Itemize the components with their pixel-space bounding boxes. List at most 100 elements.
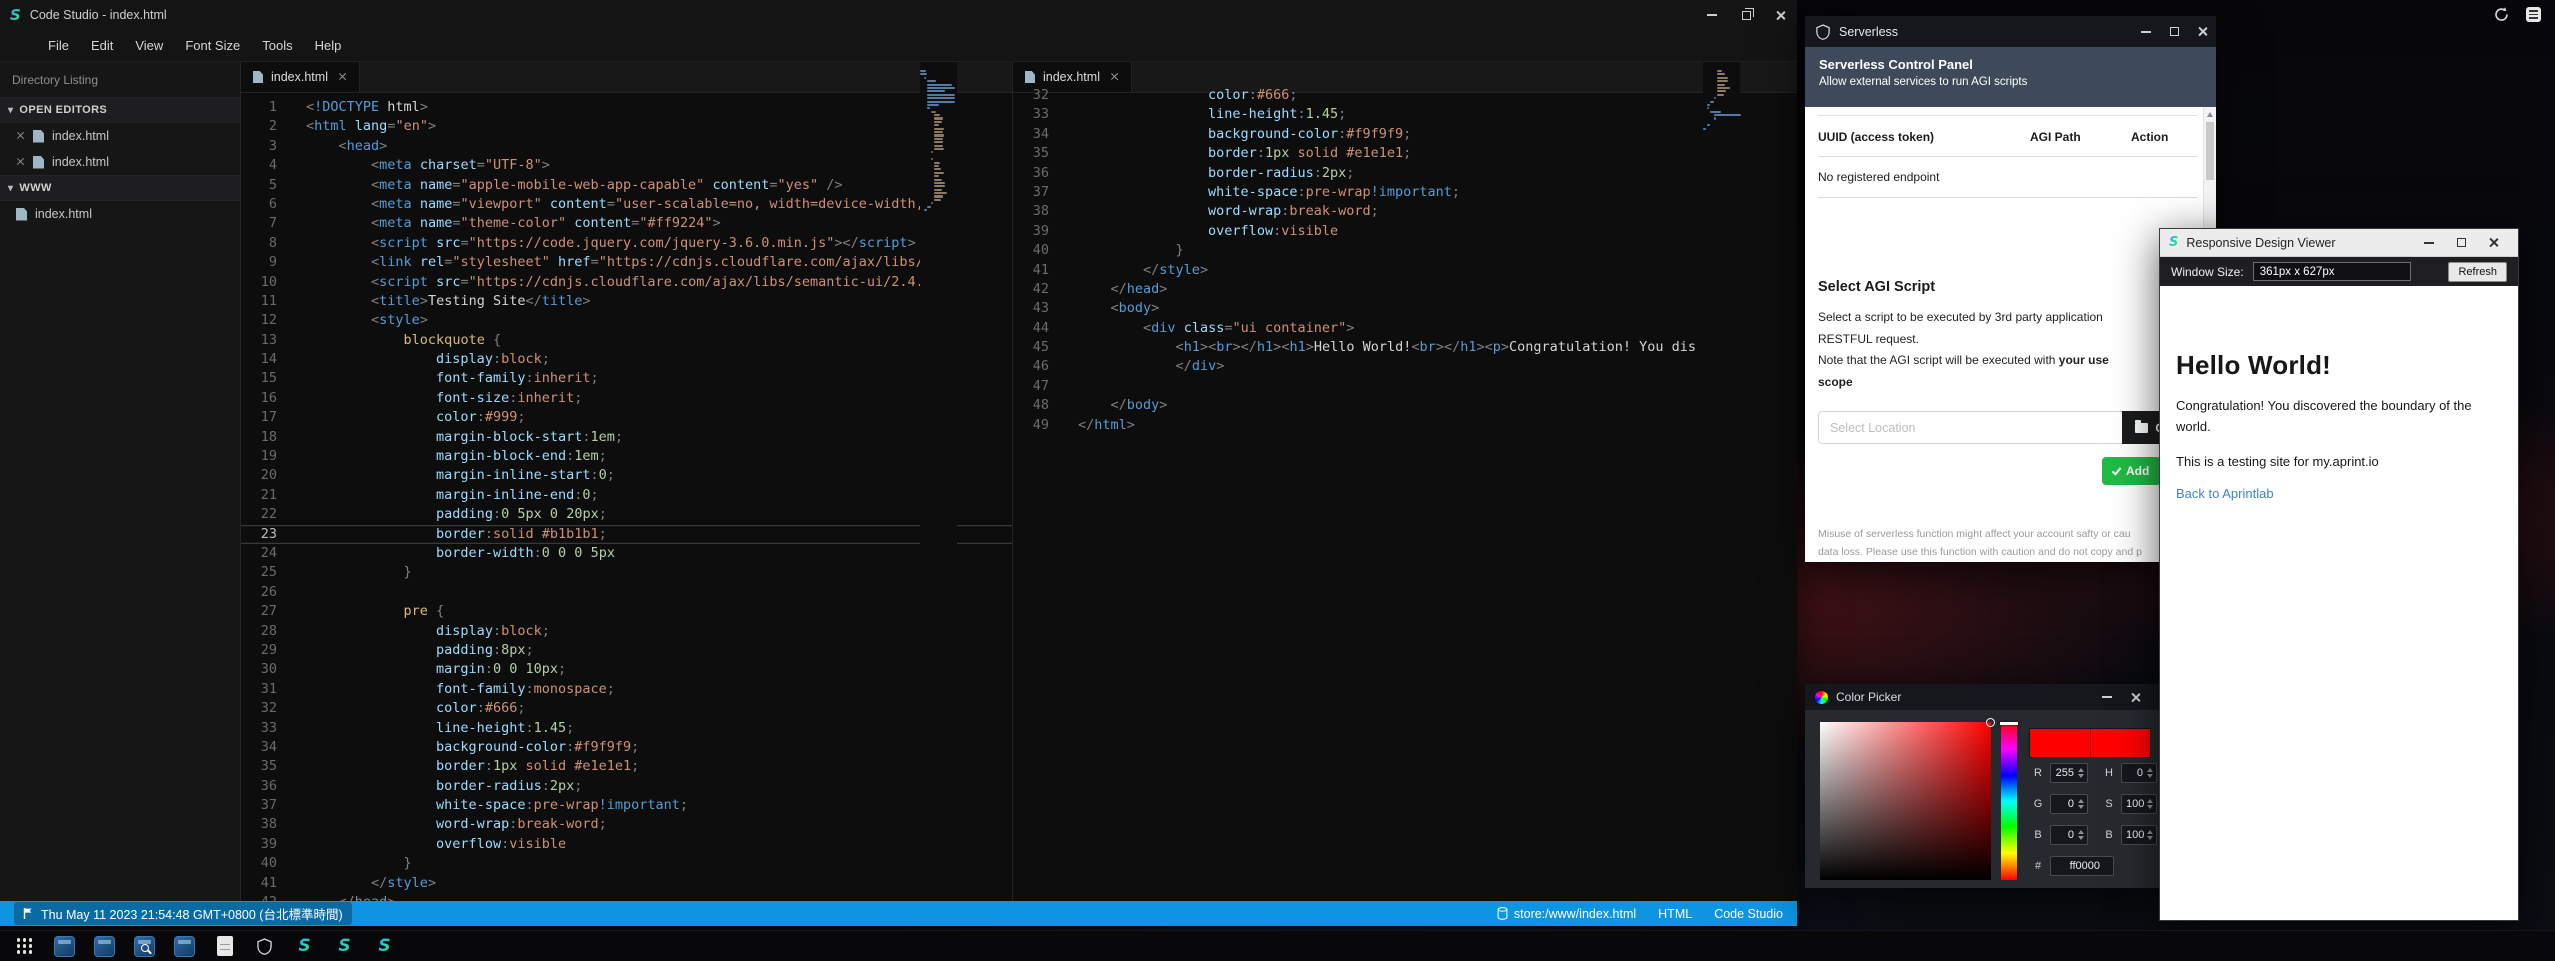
desktop-menu-icon[interactable] [2526, 7, 2541, 22]
code-line-9[interactable]: 9 <link rel="stylesheet" href="https://c… [241, 253, 1012, 272]
code-line-44[interactable]: 44 <div class="ui container"> [1013, 319, 1797, 338]
browser-app[interactable] [173, 935, 196, 958]
serverless-app[interactable] [253, 935, 276, 958]
code-line-33[interactable]: 33 line-height:1.45; [1013, 105, 1797, 124]
code-line-19[interactable]: 19 margin-block-end:1em; [241, 447, 1012, 466]
code-line-11[interactable]: 11 <title>Testing Site</title> [241, 292, 1012, 311]
code-line-22[interactable]: 22 padding:0 5px 0 20px; [241, 505, 1012, 524]
code-line-14[interactable]: 14 display:block; [241, 350, 1012, 369]
code-line-29[interactable]: 29 padding:8px; [241, 641, 1012, 660]
code-line-28[interactable]: 28 display:block; [241, 622, 1012, 641]
code-line-42[interactable]: 42 </head> [241, 893, 1012, 901]
code-line-21[interactable]: 21 margin-inline-end:0; [241, 486, 1012, 505]
code-line-4[interactable]: 4 <meta charset="UTF-8"> [241, 156, 1012, 175]
color-hsb-s-input[interactable]: 100 [2121, 794, 2157, 814]
code-line-37[interactable]: 37 white-space:pre-wrap!important; [241, 796, 1012, 815]
minimize-button[interactable] [1695, 0, 1729, 30]
menu-file[interactable]: File [38, 34, 79, 57]
sidebar-item-index-html[interactable]: index.html [0, 123, 240, 149]
close-button[interactable] [2121, 684, 2149, 710]
code-line-32[interactable]: 32 color:#666; [241, 699, 1012, 718]
minimap[interactable] [920, 62, 957, 901]
code-line-36[interactable]: 36 border-radius:2px; [1013, 164, 1797, 183]
app-launcher-grid[interactable] [13, 935, 36, 958]
code-line-34[interactable]: 34 background-color:#f9f9f9; [241, 738, 1012, 757]
color-hex-input[interactable]: ff0000 [2050, 856, 2114, 876]
stepper-icon[interactable] [2147, 830, 2153, 841]
code-line-16[interactable]: 16 font-size:inherit; [241, 389, 1012, 408]
menu-tools[interactable]: Tools [252, 34, 302, 57]
code-line-39[interactable]: 39 overflow:visible [241, 835, 1012, 854]
code-line-27[interactable]: 27 pre { [241, 602, 1012, 621]
code-studio-app-2[interactable]: S [333, 935, 356, 958]
code-editor[interactable]: 1<!DOCTYPE html>2<html lang="en">3 <head… [241, 93, 1012, 901]
code-line-47[interactable]: 47 [1013, 377, 1797, 396]
code-line-15[interactable]: 15 font-family:inherit; [241, 369, 1012, 388]
minimize-button[interactable] [2093, 684, 2121, 710]
scroll-up-icon[interactable] [2207, 112, 2213, 117]
code-line-31[interactable]: 31 font-family:monospace; [241, 680, 1012, 699]
sidebar-item-index-html[interactable]: index.html [0, 201, 240, 227]
code-editor[interactable]: 32 color:#666;33 line-height:1.45;34 bac… [1013, 81, 1797, 901]
code-line-39[interactable]: 39 overflow:visible [1013, 222, 1797, 241]
code-line-20[interactable]: 20 margin-inline-start:0; [241, 466, 1012, 485]
code-line-26[interactable]: 26 [241, 583, 1012, 602]
maximize-button[interactable] [2445, 229, 2477, 256]
code-line-30[interactable]: 30 margin:0 0 10px; [241, 660, 1012, 679]
color-hsb-h-input[interactable]: 0 [2121, 763, 2157, 783]
code-line-35[interactable]: 35 border:1px solid #e1e1e1; [1013, 144, 1797, 163]
close-button[interactable] [2477, 229, 2509, 256]
code-line-3[interactable]: 3 <head> [241, 137, 1012, 156]
menu-view[interactable]: View [125, 34, 173, 57]
code-line-7[interactable]: 7 <meta name="theme-color" content="#ff9… [241, 214, 1012, 233]
files-app[interactable] [93, 935, 116, 958]
stepper-icon[interactable] [2078, 768, 2084, 779]
code-line-36[interactable]: 36 border-radius:2px; [241, 777, 1012, 796]
code-line-40[interactable]: 40 } [1013, 241, 1797, 260]
code-line-38[interactable]: 38 word-wrap:break-word; [1013, 202, 1797, 221]
code-line-23[interactable]: 23 border:solid #b1b1b1; [241, 525, 1012, 544]
menu-edit[interactable]: Edit [81, 34, 123, 57]
code-line-6[interactable]: 6 <meta name="viewport" content="user-sc… [241, 195, 1012, 214]
clock-status-item[interactable]: Thu May 11 2023 21:54:48 GMT+0800 (台北標準時… [14, 902, 352, 925]
stepper-icon[interactable] [2147, 799, 2153, 810]
back-to-aprintlab-link[interactable]: Back to Aprintlab [2176, 486, 2274, 501]
close-icon[interactable] [16, 129, 25, 143]
code-line-38[interactable]: 38 word-wrap:break-word; [241, 815, 1012, 834]
color-hsb-b-input[interactable]: 100 [2121, 825, 2157, 845]
scrollbar-thumb[interactable] [2206, 122, 2214, 180]
menu-font-size[interactable]: Font Size [175, 34, 250, 57]
tab-close-button[interactable] [338, 70, 347, 84]
sidebar-item-index-html[interactable]: index.html [0, 149, 240, 175]
code-line-40[interactable]: 40 } [241, 854, 1012, 873]
close-button[interactable] [1763, 0, 1797, 30]
search-app[interactable] [133, 935, 156, 958]
status-language[interactable]: HTML [1658, 907, 1692, 921]
stepper-icon[interactable] [2147, 768, 2153, 779]
window-size-input[interactable]: 361px x 627px [2253, 262, 2411, 281]
code-line-5[interactable]: 5 <meta name="apple-mobile-web-app-capab… [241, 176, 1012, 195]
add-button[interactable]: Add [2102, 457, 2161, 485]
code-line-1[interactable]: 1<!DOCTYPE html> [241, 98, 1012, 117]
code-line-46[interactable]: 46 </div> [1013, 357, 1797, 376]
status-app-name[interactable]: Code Studio [1714, 907, 1783, 921]
code-line-25[interactable]: 25 } [241, 563, 1012, 582]
stepper-icon[interactable] [2078, 799, 2084, 810]
hue-thumb[interactable] [2000, 722, 2018, 725]
code-line-34[interactable]: 34 background-color:#f9f9f9; [1013, 125, 1797, 144]
refresh-button[interactable]: Refresh [2448, 262, 2507, 282]
minimize-button[interactable] [2413, 229, 2445, 256]
terminal-app[interactable] [53, 935, 76, 958]
color-rgb-r-input[interactable]: 255 [2050, 763, 2088, 783]
refresh-icon[interactable] [2493, 6, 2510, 23]
code-line-10[interactable]: 10 <script src="https://cdnjs.cloudflare… [241, 273, 1012, 292]
code-line-49[interactable]: 49</html> [1013, 416, 1797, 435]
maximize-button[interactable] [2160, 16, 2188, 47]
code-line-2[interactable]: 2<html lang="en"> [241, 117, 1012, 136]
code-line-33[interactable]: 33 line-height:1.45; [241, 719, 1012, 738]
code-line-41[interactable]: 41 </style> [1013, 261, 1797, 280]
tab-index-html[interactable]: index.html [241, 62, 360, 92]
stepper-icon[interactable] [2078, 830, 2084, 841]
menu-help[interactable]: Help [305, 34, 352, 57]
code-line-37[interactable]: 37 white-space:pre-wrap!important; [1013, 183, 1797, 202]
